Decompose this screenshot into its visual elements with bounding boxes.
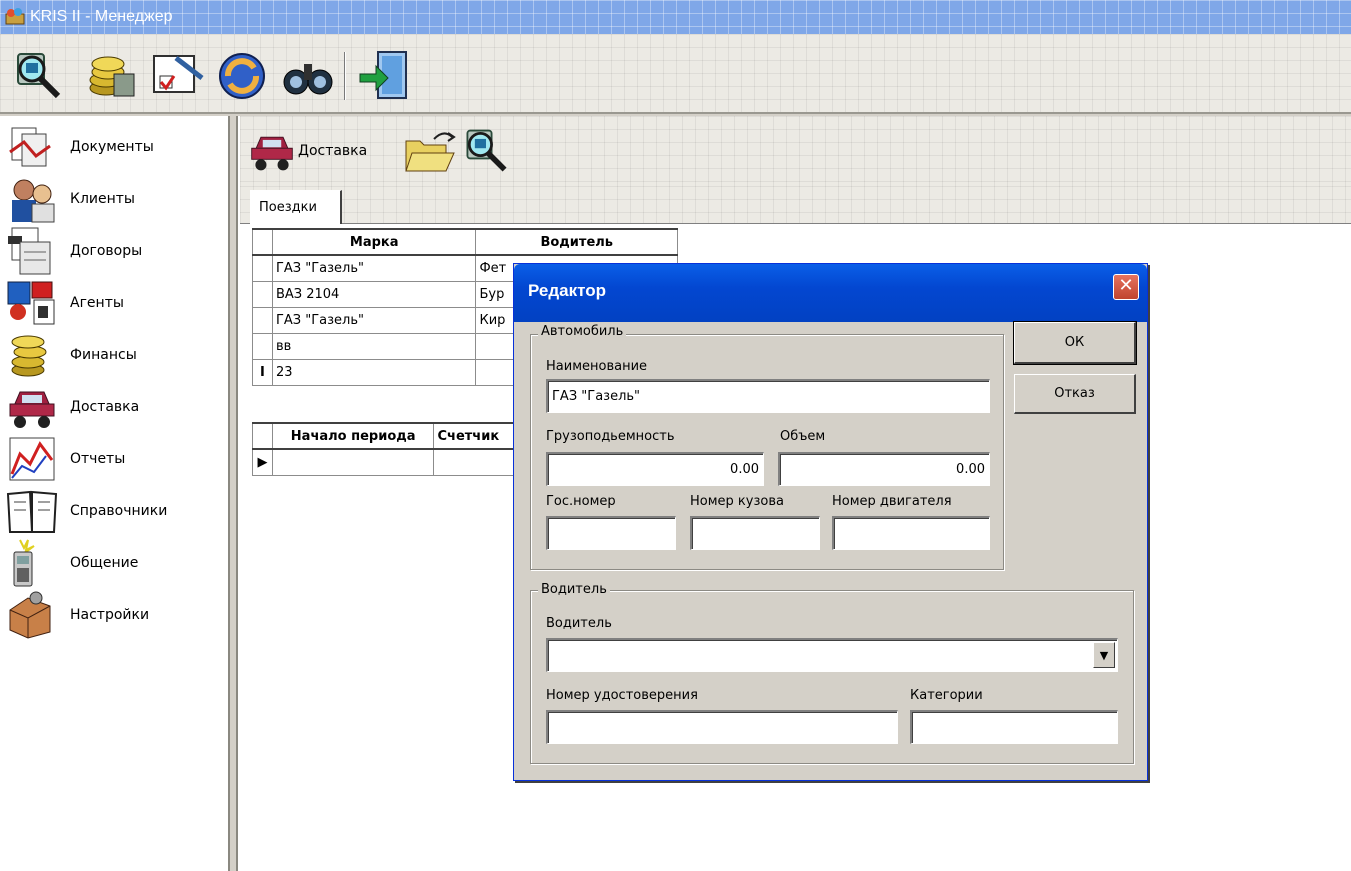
categories-label: Категории (910, 688, 983, 703)
car-group-caption: Автомобиль (538, 324, 627, 339)
plate-label: Гос.номер (546, 494, 616, 509)
cell-brand[interactable]: ГАЗ "Газель" (271, 254, 477, 282)
license-number-label: Номер удостоверения (546, 688, 698, 703)
nav-item-documents[interactable]: Документы (6, 122, 226, 172)
nav-label: Договоры (70, 243, 143, 259)
delivery-button[interactable]: Доставка (248, 124, 367, 178)
open-folder-icon[interactable] (404, 124, 456, 178)
nav-item-clients[interactable]: Клиенты (6, 174, 226, 224)
search-icon[interactable] (460, 124, 512, 178)
body-number-field[interactable] (690, 516, 820, 550)
row-indicator: I (252, 358, 273, 386)
checklist-icon[interactable] (150, 48, 206, 104)
column-header-period-start[interactable]: Начало периода (271, 422, 435, 450)
dialog-title-bar[interactable]: Редактор ✕ (514, 264, 1147, 322)
car-icon (9, 391, 55, 428)
volume-field[interactable]: 0.00 (778, 452, 990, 486)
name-label: Наименование (546, 359, 648, 374)
nav-label: Справочники (70, 503, 168, 519)
module-toolbar: Доставка (240, 116, 1351, 186)
row-indicator (252, 254, 273, 282)
left-navigation: Документы Клиенты Договоры Агенты Финанс… (0, 116, 230, 871)
nav-label: Отчеты (70, 451, 126, 467)
ok-button[interactable]: ОК (1013, 321, 1137, 365)
tab-bar: Поездки (240, 186, 1351, 224)
nav-item-communication[interactable]: Общение (6, 538, 226, 588)
name-field[interactable]: ГАЗ "Газель" (546, 379, 990, 413)
cell-brand[interactable]: ГАЗ "Газель" (271, 306, 477, 334)
nav-label: Общение (70, 555, 139, 571)
cell-brand[interactable]: вв (271, 332, 477, 360)
capacity-field[interactable]: 0.00 (546, 452, 764, 486)
contracts-icon (8, 227, 51, 275)
search-icon[interactable] (10, 48, 66, 104)
driver-group-caption: Водитель (538, 582, 610, 597)
cell-brand[interactable]: 23 (271, 358, 477, 386)
chevron-down-icon[interactable]: ▼ (1093, 642, 1115, 668)
delivery-label: Доставка (298, 143, 368, 159)
toolbar-separator (344, 52, 346, 100)
indicator-header (252, 422, 273, 450)
capacity-label: Грузоподьемность (546, 429, 675, 444)
window-title: KRIS II - Менеджер (30, 8, 173, 25)
indicator-header (252, 228, 273, 256)
clients-icon (12, 179, 55, 223)
body-number-label: Номер кузова (690, 494, 784, 509)
title-bar: KRIS II - Менеджер (0, 0, 1351, 34)
nav-item-settings[interactable]: Настройки (6, 590, 226, 640)
exit-icon[interactable] (356, 48, 412, 104)
row-indicator (252, 280, 273, 308)
nav-item-reports[interactable]: Отчеты (6, 434, 226, 484)
tab-trips[interactable]: Поездки (250, 190, 342, 224)
app-icon (5, 8, 25, 25)
nav-label: Клиенты (70, 191, 135, 207)
editor-dialog: Редактор ✕ Автомобиль Наименование ГАЗ "… (513, 263, 1148, 781)
nav-label: Настройки (70, 607, 150, 623)
coins-icon[interactable] (84, 48, 140, 104)
license-number-field[interactable] (546, 710, 898, 744)
column-header-driver[interactable]: Водитель (475, 228, 678, 256)
engine-number-field[interactable] (832, 516, 990, 550)
grid-header: Марка Водитель (252, 228, 678, 256)
plate-field[interactable] (546, 516, 676, 550)
phone-icon (13, 539, 35, 587)
cell-period-start[interactable] (271, 448, 435, 476)
chart-icon (9, 437, 55, 481)
engine-number-label: Номер двигателя (832, 494, 952, 509)
categories-field[interactable] (910, 710, 1118, 744)
cancel-button[interactable]: Отказ (1014, 374, 1136, 414)
binoculars-icon[interactable] (280, 48, 336, 104)
grid-header: Начало периода Счетчик (252, 422, 542, 450)
row-indicator (252, 306, 273, 334)
nav-item-agents[interactable]: Агенты (6, 278, 226, 328)
driver-combobox[interactable]: ▼ (546, 638, 1118, 672)
nav-item-finance[interactable]: Финансы (6, 330, 226, 380)
divider (236, 116, 238, 871)
agents-icon (7, 281, 55, 325)
book-icon (6, 490, 58, 533)
nav-label: Финансы (70, 347, 137, 363)
nav-item-contracts[interactable]: Договоры (6, 226, 226, 276)
volume-label: Объем (780, 429, 826, 444)
close-icon[interactable]: ✕ (1113, 274, 1139, 300)
refresh-icon[interactable] (214, 48, 270, 104)
cell-brand[interactable]: ВАЗ 2104 (271, 280, 477, 308)
driver-label: Водитель (546, 616, 612, 631)
car-icon (251, 136, 293, 171)
settings-icon (9, 591, 51, 639)
period-grid: Начало периода Счетчик ▶ (252, 422, 542, 476)
nav-label: Документы (70, 139, 154, 155)
row-indicator (252, 332, 273, 360)
table-row[interactable]: ▶ (252, 448, 542, 476)
nav-label: Агенты (70, 295, 124, 311)
nav-item-delivery[interactable]: Доставка (6, 382, 226, 432)
main-toolbar (0, 34, 1351, 114)
dialog-title: Редактор (528, 281, 606, 300)
nav-label: Доставка (70, 399, 140, 415)
nav-item-references[interactable]: Справочники (6, 486, 226, 536)
documents-icon (9, 127, 51, 167)
coins-icon (11, 335, 47, 377)
row-indicator: ▶ (252, 448, 273, 476)
column-header-brand[interactable]: Марка (271, 228, 477, 256)
